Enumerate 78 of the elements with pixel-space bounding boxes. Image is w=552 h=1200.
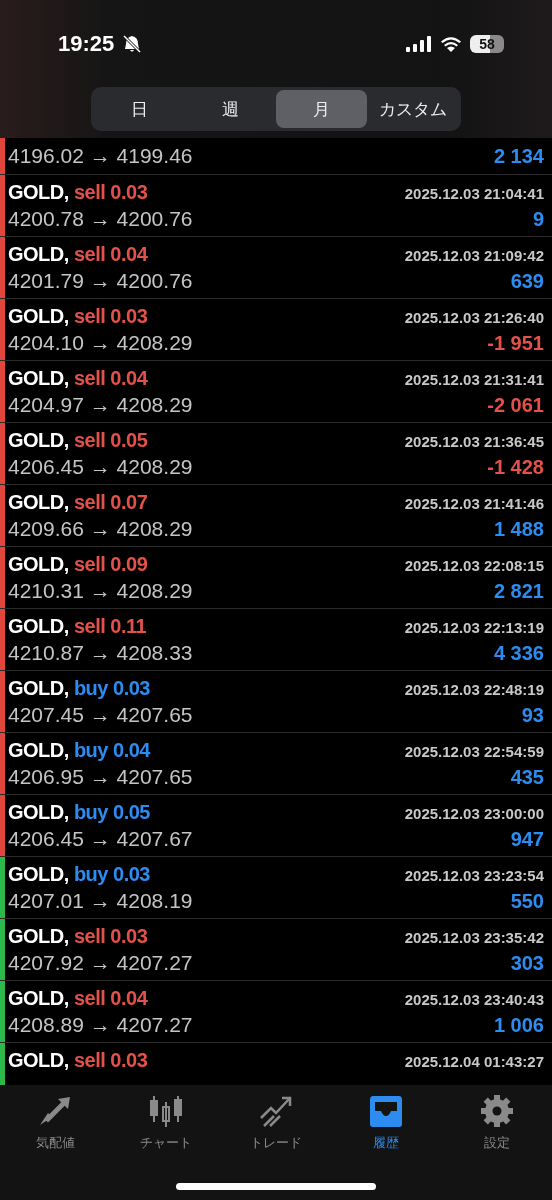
deal-profit: 303 [510,952,544,975]
deal-profit: -1 428 [487,456,544,479]
period-tab[interactable]: カスタム [367,90,458,128]
deal-profit: 2 134 [493,145,544,168]
deal-title: GOLD, sell 0.03 [8,1049,148,1072]
bell-slash-icon [122,33,143,54]
deal-title: GOLD, buy 0.03 [8,863,150,886]
deal-prices: 4207.01 → 4208.19 [8,889,193,913]
signal-icon [406,35,432,52]
deal-prices: 4201.79 → 4200.76 [8,269,193,293]
wifi-icon [440,35,462,52]
period-tab[interactable]: 週 [185,90,276,128]
deal-profit: 435 [510,766,544,789]
deal-prices: 4206.45 → 4208.29 [8,455,193,479]
deal-time: 2025.12.03 21:41:46 [404,495,544,512]
deal-time: 2025.12.03 22:54:59 [404,743,544,760]
period-tab[interactable]: 日 [94,90,185,128]
battery-level: 58 [470,34,504,53]
trend-arrow-icon [258,1094,294,1128]
deal-title: GOLD, sell 0.04 [8,987,148,1010]
deal-time: 2025.12.03 21:26:40 [404,309,544,326]
deal-profit: 1 488 [493,518,544,541]
deal-title: GOLD, sell 0.04 [8,367,148,390]
deal-title: GOLD, sell 0.07 [8,491,148,514]
deal-time: 2025.12.03 22:13:19 [404,619,544,636]
deal-title: GOLD, buy 0.05 [8,801,150,824]
deal-time: 2025.12.03 22:48:19 [404,681,544,698]
deal-profit: 2 821 [493,580,544,603]
deal-prices: 4204.97 → 4208.29 [8,393,193,417]
deal-prices: 4204.10 → 4208.29 [8,331,193,355]
deal-profit: -1 951 [487,332,544,355]
deal-prices: 4206.45 → 4207.67 [8,827,193,851]
tab-bar-item[interactable]: チャート [110,1093,221,1153]
tab-bar-item[interactable]: 履歴 [331,1093,442,1153]
deal-prices: 4209.66 → 4208.29 [8,517,193,541]
deal-time: 2025.12.03 21:09:42 [404,247,544,264]
deal-title: GOLD, sell 0.03 [8,925,148,948]
deal-title: GOLD, sell 0.11 [8,615,147,638]
deal-time: 2025.12.03 23:35:42 [404,929,544,946]
deal-title: GOLD, sell 0.09 [8,553,148,576]
deal-time: 2025.12.03 21:36:45 [404,433,544,450]
deal-profit: 550 [510,890,544,913]
inbox-icon [368,1094,405,1128]
deal-profit: -2 061 [487,394,544,417]
tab-bar-item[interactable]: 設定 [441,1093,552,1153]
deal-prices: 4210.31 → 4208.29 [8,579,193,603]
deal-time: 2025.12.03 22:08:15 [404,557,544,574]
deal-time: 2025.12.04 01:43:27 [404,1053,544,1070]
deal-profit: 1 006 [493,1014,544,1037]
deal-prices: 4208.89 → 4207.27 [8,1013,193,1037]
deal-time: 2025.12.03 21:31:41 [404,371,544,388]
deal-time: 2025.12.03 21:04:41 [404,185,544,202]
deal-profit: 4 336 [493,642,544,665]
deal-prices: 4210.87 → 4208.33 [8,641,193,665]
deal-profit: 93 [521,704,544,727]
deal-profit: 9 [532,208,544,231]
deal-title: GOLD, sell 0.03 [8,305,148,328]
deal-title: GOLD, sell 0.03 [8,181,148,204]
period-tab[interactable]: 月 [276,90,367,128]
deal-title: GOLD, sell 0.05 [8,429,148,452]
deal-time: 2025.12.03 23:23:54 [404,867,544,884]
status-time: 19:25 [58,30,115,57]
deal-profit: 639 [510,270,544,293]
deal-time: 2025.12.03 23:00:00 [404,805,544,822]
deal-profit: 947 [510,828,544,851]
deal-prices: 4207.92 → 4207.27 [8,951,193,975]
deal-title: GOLD, buy 0.03 [8,677,150,700]
deal-prices: 4206.95 → 4207.65 [8,765,193,789]
settings-icon [478,1094,515,1128]
deal-title: GOLD, buy 0.04 [8,739,150,762]
deal-prices: 4200.78 → 4200.76 [8,207,193,231]
candlestick-icon [147,1094,184,1128]
deal-prices: 4196.02 → 4199.46 [8,144,193,168]
tab-bar-item[interactable]: 気配値 [0,1093,111,1153]
deal-prices: 4207.45 → 4207.65 [8,703,193,727]
tab-bar-item[interactable]: トレード [220,1093,332,1153]
deal-time: 2025.12.03 23:40:43 [404,991,544,1008]
deal-title: GOLD, sell 0.04 [8,243,148,266]
